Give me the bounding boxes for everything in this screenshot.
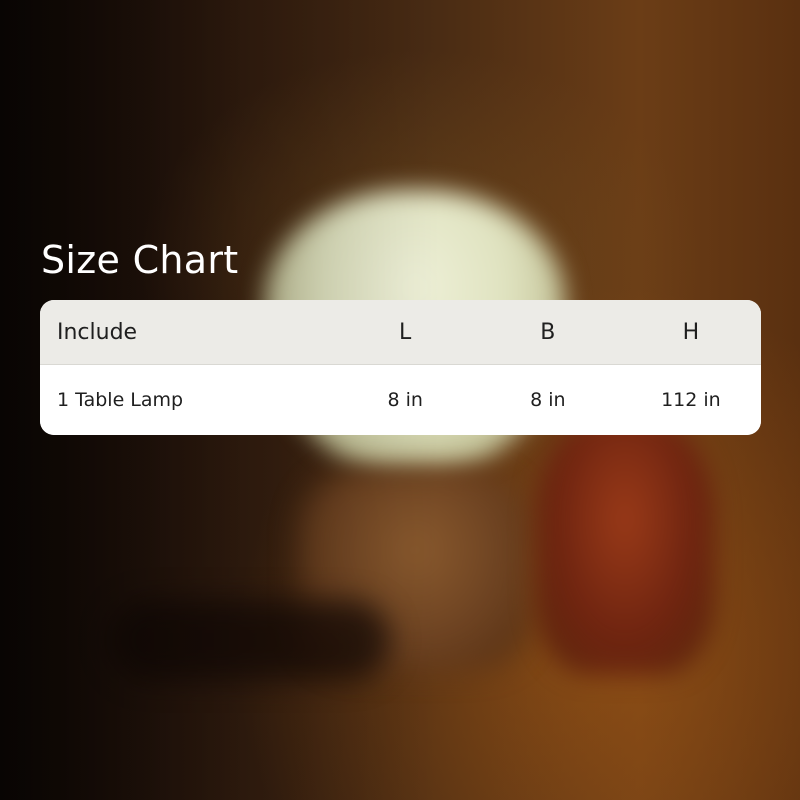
cell-breadth: 8 in bbox=[530, 389, 566, 411]
cell-include: 1 Table Lamp bbox=[57, 389, 184, 411]
size-table: Include L B H 1 Table Lamp 8 in 8 in 112… bbox=[40, 300, 761, 435]
header-breadth: B bbox=[540, 319, 556, 345]
table-header-row: Include L B H bbox=[40, 300, 761, 365]
header-include: Include bbox=[57, 319, 138, 345]
cell-height: 112 in bbox=[661, 389, 721, 411]
page-title: Size Chart bbox=[41, 238, 239, 282]
header-length: L bbox=[399, 319, 412, 345]
header-height: H bbox=[682, 319, 700, 345]
cell-length: 8 in bbox=[387, 389, 423, 411]
table-row: 1 Table Lamp 8 in 8 in 112 in bbox=[40, 365, 761, 435]
